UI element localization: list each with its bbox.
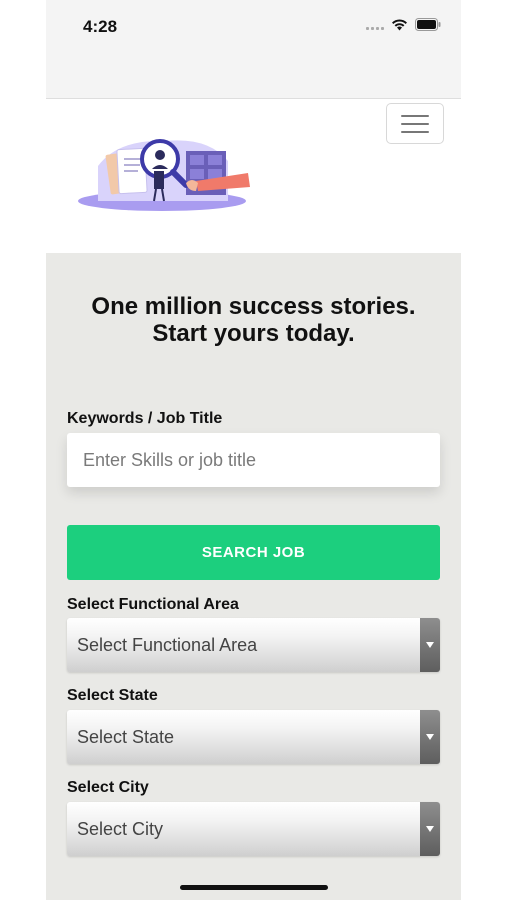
job-search-section: One million success stories. Start yours… bbox=[46, 253, 461, 900]
hamburger-menu-icon[interactable] bbox=[386, 103, 444, 144]
dropdown-arrow-icon bbox=[420, 618, 440, 672]
functional-area-select[interactable]: Select Functional Area bbox=[67, 618, 440, 672]
state-select[interactable]: Select State bbox=[67, 710, 440, 764]
functional-area-selected: Select Functional Area bbox=[77, 635, 258, 655]
state-selected: Select State bbox=[77, 727, 175, 747]
keywords-label: Keywords / Job Title bbox=[67, 410, 223, 427]
phone-screen: 4:28 One million success stories. Start … bbox=[46, 0, 461, 900]
state-label: Select State bbox=[67, 687, 158, 704]
status-time: 4:28 bbox=[83, 17, 118, 36]
battery-icon bbox=[415, 18, 441, 31]
site-header bbox=[46, 99, 461, 253]
status-bar: 4:28 bbox=[46, 0, 461, 99]
search-job-button[interactable]: SEARCH JOB bbox=[67, 525, 440, 580]
headline-line-2: Start yours today. bbox=[152, 320, 355, 347]
headline-line-1: One million success stories. bbox=[91, 293, 416, 320]
city-select[interactable]: Select City bbox=[67, 802, 440, 856]
wifi-icon bbox=[391, 18, 408, 31]
hiring-logo-illustration[interactable] bbox=[78, 131, 260, 216]
city-selected: Select City bbox=[77, 819, 164, 839]
functional-area-label: Select Functional Area bbox=[67, 596, 239, 613]
dropdown-arrow-icon bbox=[420, 802, 440, 856]
page-headline: One million success stories. Start yours… bbox=[46, 293, 461, 347]
status-icons bbox=[366, 18, 441, 31]
keywords-input[interactable] bbox=[67, 433, 440, 487]
home-indicator[interactable] bbox=[180, 885, 328, 890]
dropdown-arrow-icon bbox=[420, 710, 440, 764]
city-label: Select City bbox=[67, 779, 149, 796]
signal-icon bbox=[366, 20, 384, 30]
